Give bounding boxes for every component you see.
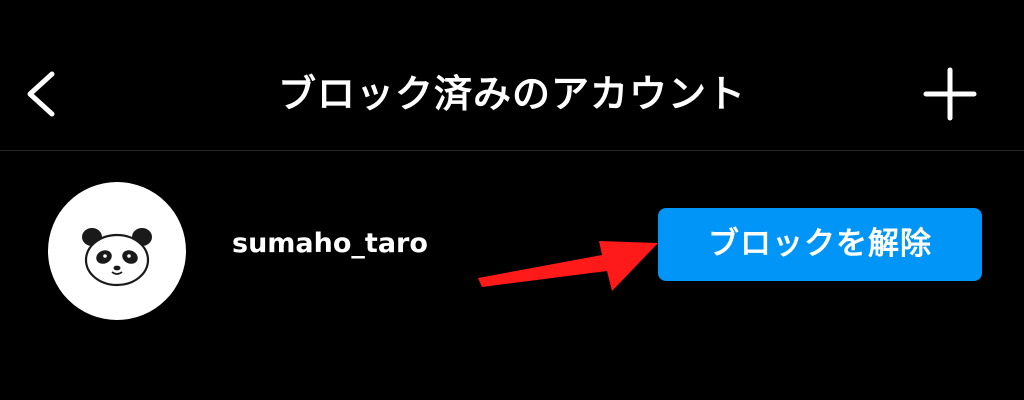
header: ブロック済みのアカウント: [0, 0, 1024, 150]
list-item: sumaho_taro ブロックを解除: [0, 151, 1024, 341]
annotation-arrow-icon: [478, 241, 658, 291]
panda-avatar-icon: [82, 228, 152, 287]
plus-icon: [923, 67, 977, 121]
page-title: ブロック済みのアカウント: [277, 72, 746, 116]
avatar[interactable]: [48, 182, 186, 320]
blocked-accounts-screen: ブロック済みのアカウント sumaho_taro ブロックを解除: [0, 0, 1024, 400]
add-button[interactable]: [918, 64, 982, 124]
username[interactable]: sumaho_taro: [232, 224, 428, 264]
unblock-button[interactable]: ブロックを解除: [658, 208, 982, 281]
